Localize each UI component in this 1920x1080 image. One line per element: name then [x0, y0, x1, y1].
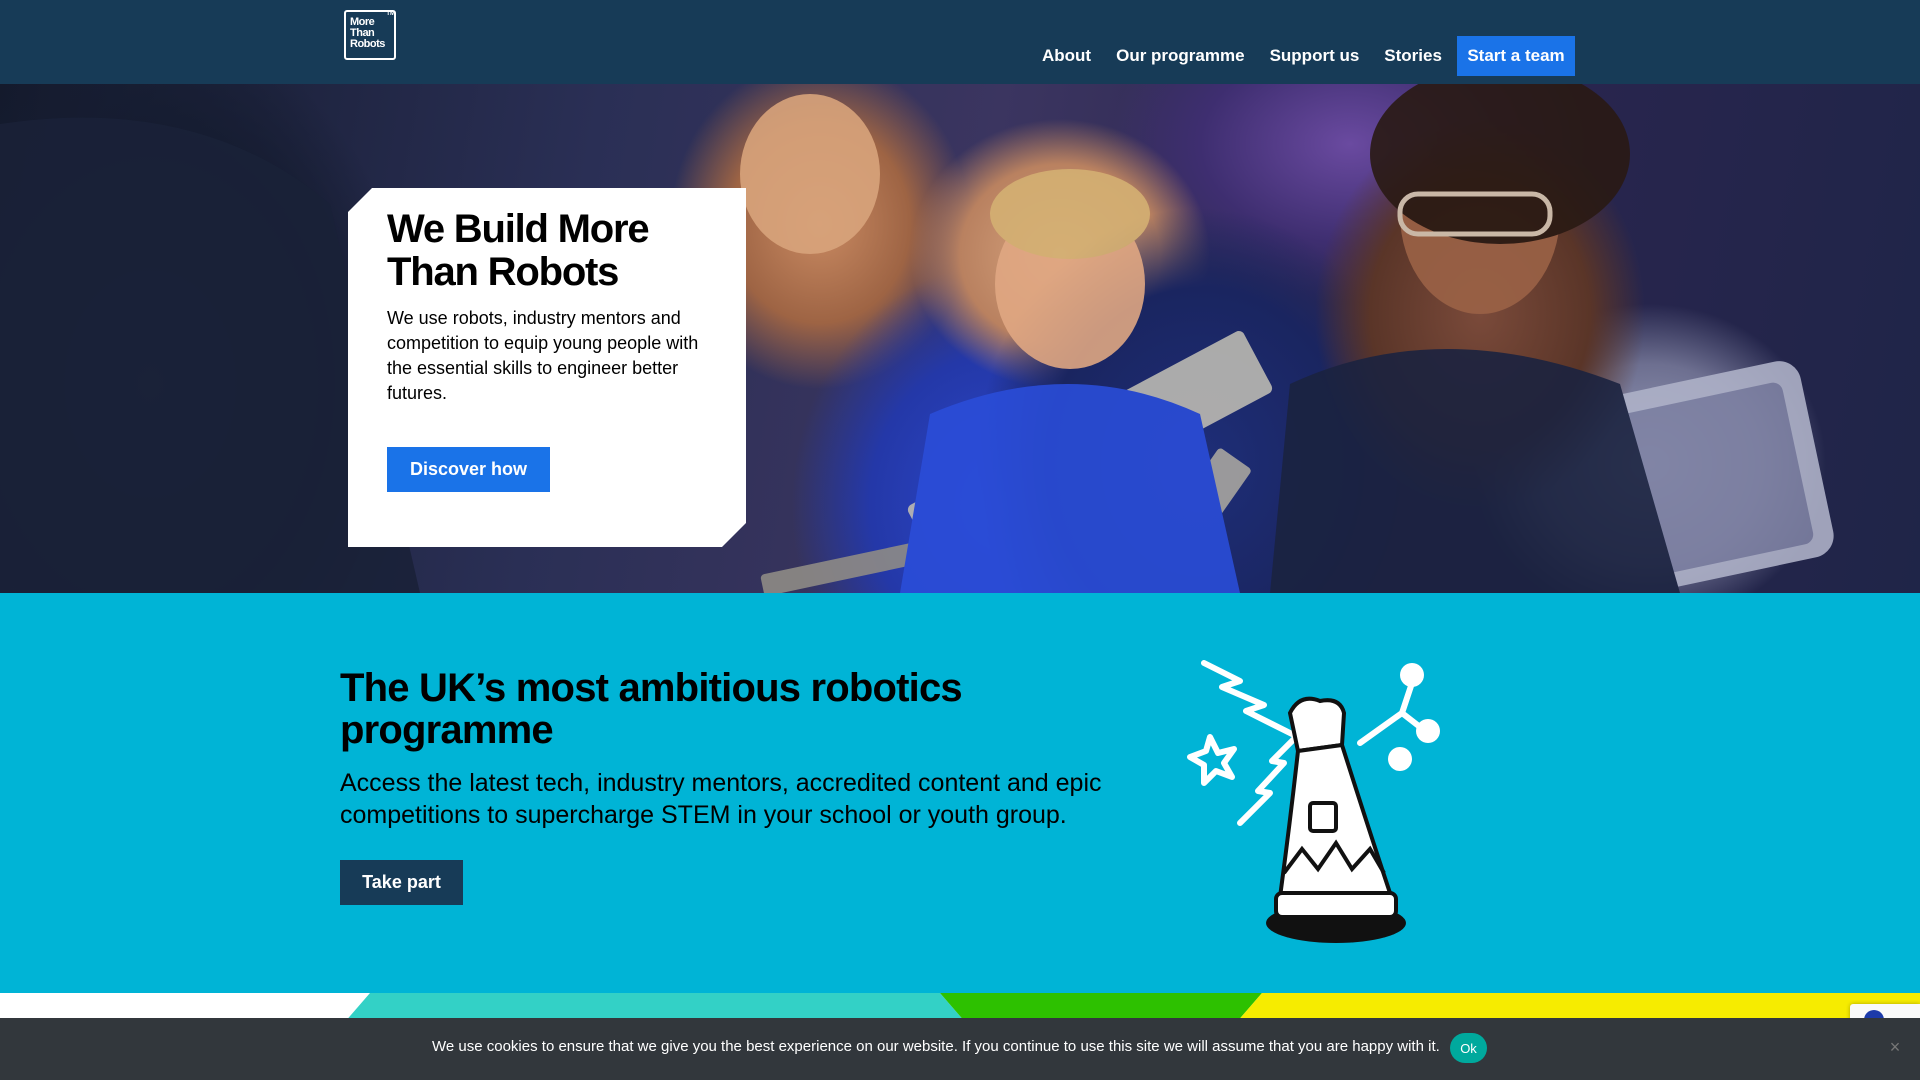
main-nav: About Our programme Support us Stories: [1042, 36, 1467, 76]
hero-card: We Build More Than Robots We use robots,…: [348, 188, 746, 547]
trophy-plinth: [1274, 891, 1398, 919]
robot-trophy-illustration: [1187, 660, 1440, 943]
more-than-robots-logo[interactable]: TM More Than Robots: [344, 10, 396, 60]
programme-description: Access the latest tech, industry mentors…: [340, 769, 1102, 829]
site-header: TM More Than Robots About Our programme …: [0, 0, 1920, 84]
trophy-hand: [1287, 696, 1347, 754]
student-right-hoodie: [1270, 349, 1680, 593]
programme-title: The UK’s most ambitious robotics program…: [340, 666, 963, 752]
mentor-shirt: [900, 384, 1240, 593]
molecule-icon: [1357, 680, 1423, 746]
discover-how-button[interactable]: Discover how: [387, 447, 550, 492]
student-left-face: [740, 94, 880, 254]
logo-trademark: TM: [386, 11, 395, 17]
hero-title: We Build More Than Robots: [387, 207, 649, 294]
nav-support-us[interactable]: Support us: [1270, 46, 1360, 66]
cookie-message: We use cookies to ensure that we give yo…: [432, 1038, 1440, 1055]
molecule-node-1: [1400, 663, 1424, 687]
lightning-bolt-top: [1201, 660, 1301, 740]
take-part-button[interactable]: Take part: [340, 860, 463, 905]
hero-banner: We Build More Than Robots We use robots,…: [0, 84, 1920, 593]
molecule-node-3: [1388, 747, 1412, 771]
molecule-node-2: [1416, 719, 1440, 743]
nav-stories[interactable]: Stories: [1384, 46, 1442, 66]
hero-description: We use robots, industry mentors and comp…: [387, 308, 699, 403]
close-icon[interactable]: ×: [1886, 1038, 1904, 1056]
nav-our-programme[interactable]: Our programme: [1116, 46, 1244, 66]
hero-photo-illustration: [0, 84, 1834, 593]
cookie-ok-button[interactable]: Ok: [1450, 1033, 1487, 1063]
logo-line-3: Robots: [350, 38, 385, 50]
mentor-hair: [990, 169, 1150, 259]
start-a-team-button[interactable]: Start a team: [1457, 36, 1575, 76]
programme-intro-section: The UK’s most ambitious robotics program…: [0, 593, 1920, 993]
star-icon: [1187, 734, 1237, 786]
nav-about[interactable]: About: [1042, 46, 1091, 66]
cookie-notice: We use cookies to ensure that we give yo…: [0, 1018, 1920, 1080]
